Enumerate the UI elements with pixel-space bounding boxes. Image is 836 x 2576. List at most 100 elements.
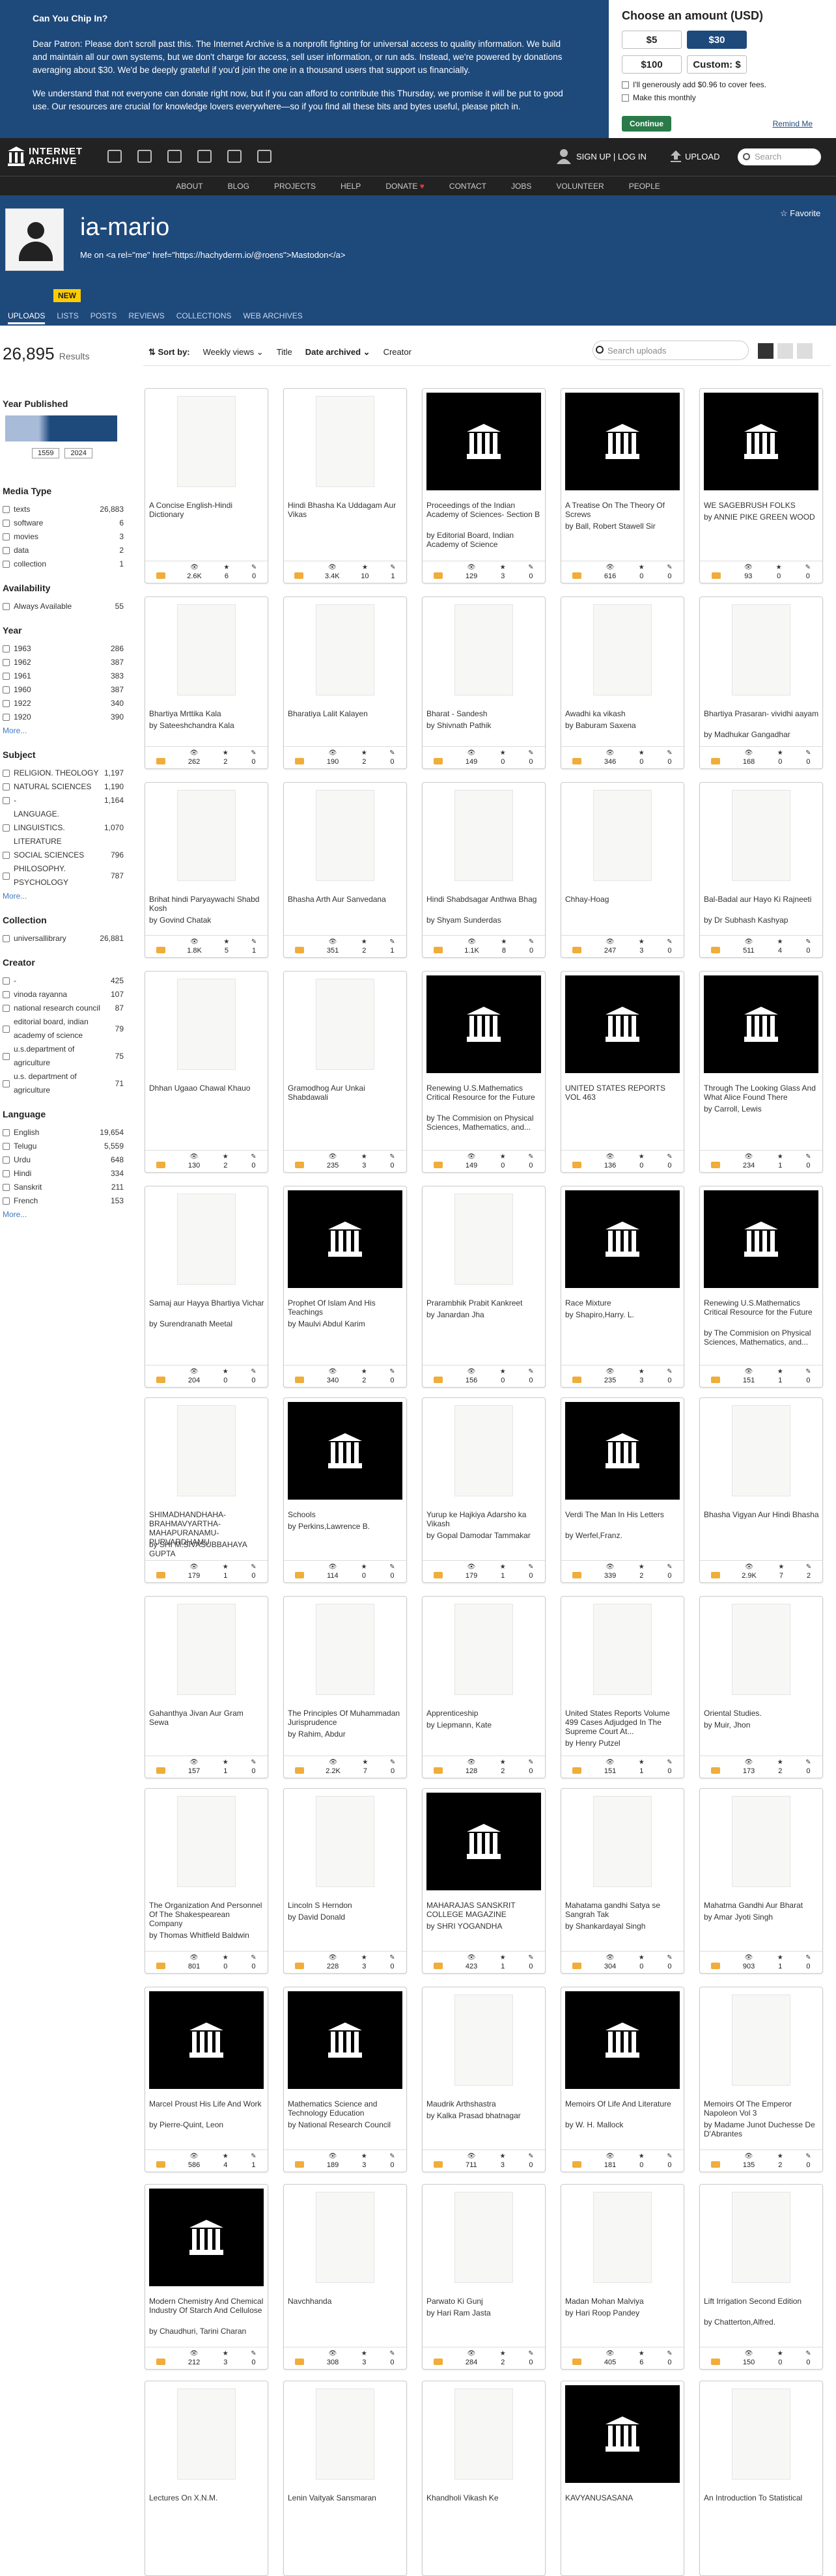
video-icon[interactable] [167, 150, 182, 163]
item-title[interactable]: Bharatiya Lalit Kalayen [288, 709, 404, 718]
fee-checkbox[interactable] [622, 81, 629, 89]
item-thumbnail[interactable] [426, 1601, 541, 1698]
favorite-button[interactable]: ☆ Favorite [780, 208, 820, 219]
nav-jobs[interactable]: JOBS [511, 182, 531, 191]
search-uploads-input[interactable]: Search uploads [592, 341, 749, 360]
item-thumbnail[interactable] [704, 1601, 818, 1698]
tab-posts[interactable]: POSTS [91, 311, 117, 324]
facet-row[interactable]: PHILOSOPHY. PSYCHOLOGY 787 [3, 862, 124, 889]
item-title[interactable]: Bhartiya Prasaran- vividhi aayam [704, 709, 820, 718]
item-title[interactable]: Schools [288, 1510, 404, 1519]
item-tile[interactable]: Chhay-Hoag 👁 247 ★ 3 ✎ 0 [561, 782, 684, 958]
item-thumbnail[interactable] [704, 2189, 818, 2286]
item-tile[interactable]: Verdi The Man In His Letters by Werfel,Fr… [561, 1397, 684, 1583]
item-thumbnail[interactable] [288, 787, 402, 884]
item-title[interactable]: Gahanthya Jivan Aur Gram Sewa [149, 1709, 265, 1727]
item-tile[interactable]: Gramodhog Aur Unkai Shabdawali 👁 235 ★ 3 ✎ 0 [283, 971, 407, 1173]
facet-checkbox[interactable] [3, 872, 10, 880]
item-title[interactable]: Hindi Shabdsagar Anthwa Bhag [426, 895, 542, 904]
web-icon[interactable] [107, 150, 122, 163]
item-title[interactable]: Renewing U.S.Mathematics Critical Resour… [426, 1084, 542, 1102]
item-tile[interactable]: Bhartiya Prasaran- vividhi aayam by Madhu… [699, 596, 823, 769]
facet-row[interactable]: 1961 383 [3, 669, 124, 683]
tab-lists[interactable]: LISTS [57, 311, 78, 324]
facet-row[interactable]: 1960 387 [3, 683, 124, 697]
facet-checkbox[interactable] [3, 1170, 10, 1177]
item-thumbnail[interactable] [288, 1601, 402, 1698]
item-tile[interactable]: Samaj aur Hayya Bhartiya Vichar by Surend… [145, 1186, 268, 1388]
item-title[interactable]: Chhay-Hoag [565, 895, 681, 904]
facet-checkbox[interactable] [3, 977, 10, 985]
item-title[interactable]: UNITED STATES REPORTS VOL 463 [565, 1084, 681, 1102]
item-tile[interactable]: Parwato Ki Gunj by Hari Ram Jasta 👁 284 ★ 2 ✎ 0 [422, 2184, 546, 2370]
item-thumbnail[interactable] [426, 2385, 541, 2483]
facet-checkbox[interactable] [3, 991, 10, 998]
item-tile[interactable]: Bhasha Arth Aur Sanvedana 👁 351 ★ 2 ✎ 1 [283, 782, 407, 958]
facet-row[interactable]: LANGUAGE. LINGUISTICS. LITERATURE 1,070 [3, 807, 124, 848]
item-title[interactable]: Madan Mohan Malviya [565, 2297, 681, 2306]
facet-row[interactable]: French 153 [3, 1194, 124, 1208]
item-tile[interactable]: Bal-Badal aur Hayo Ki Rajneeti by Dr Subh… [699, 782, 823, 958]
item-thumbnail[interactable] [565, 393, 680, 490]
facet-row[interactable]: 1963 286 [3, 642, 124, 656]
compact-view-icon[interactable] [797, 343, 813, 359]
item-thumbnail[interactable] [149, 1793, 264, 1890]
item-tile[interactable]: Yurup ke Hajkiya Adarsho ka Vikash by Gop… [422, 1397, 546, 1583]
item-thumbnail[interactable] [149, 1991, 264, 2089]
item-tile[interactable]: The Organization And Personnel Of The Sh… [145, 1788, 268, 1974]
item-thumbnail[interactable] [704, 601, 818, 699]
item-title[interactable]: The Organization And Personnel Of The Sh… [149, 1901, 265, 1928]
nav-help[interactable]: HELP [341, 182, 361, 191]
item-thumbnail[interactable] [288, 1793, 402, 1890]
year-from-input[interactable]: 1559 [32, 448, 60, 458]
facet-checkbox[interactable] [3, 700, 10, 707]
item-title[interactable]: Proceedings of the Indian Academy of Sci… [426, 501, 542, 519]
item-thumbnail[interactable] [704, 1190, 818, 1288]
facet-checkbox[interactable] [3, 1156, 10, 1164]
item-thumbnail[interactable] [149, 601, 264, 699]
sort-direction-icon[interactable]: ⇅ [148, 347, 158, 357]
item-thumbnail[interactable] [149, 393, 264, 490]
tab-web-archives[interactable]: WEB ARCHIVES [243, 311, 302, 324]
item-tile[interactable]: An Introduction To Statistical [699, 2381, 823, 2576]
item-tile[interactable]: Schools by Perkins,Lawrence B. 👁 114 ★ 0 ✎ 0 [283, 1397, 407, 1583]
facet-checkbox[interactable] [3, 935, 10, 942]
item-thumbnail[interactable] [704, 1991, 818, 2089]
list-view-icon[interactable] [777, 343, 793, 359]
item-tile[interactable]: Hindi Shabdsagar Anthwa Bhag by Shyam Sun… [422, 782, 546, 958]
item-title[interactable]: A Concise English-Hindi Dictionary [149, 501, 265, 519]
upload-link[interactable]: UPLOAD [685, 152, 719, 161]
item-tile[interactable]: Mahatma Gandhi Aur Bharat by Amar Jyoti S… [699, 1788, 823, 1974]
facet-checkbox[interactable] [3, 783, 10, 791]
facet-row[interactable]: software 6 [3, 516, 124, 530]
item-title[interactable]: Renewing U.S.Mathematics Critical Resour… [704, 1298, 820, 1317]
facet-row[interactable]: movies 3 [3, 530, 124, 544]
year-to-input[interactable]: 2024 [64, 448, 92, 458]
tab-reviews[interactable]: REVIEWS [128, 311, 164, 324]
item-title[interactable]: Brihat hindi Paryaywachi Shabd Kosh [149, 895, 265, 913]
item-title[interactable]: Bharat - Sandesh [426, 709, 542, 718]
item-thumbnail[interactable] [565, 1793, 680, 1890]
item-tile[interactable]: Modern Chemistry And Chemical Industry O… [145, 2184, 268, 2370]
facet-checkbox[interactable] [3, 673, 10, 680]
item-tile[interactable]: Proceedings of the Indian Academy of Sci… [422, 388, 546, 583]
nav-volunteer[interactable]: VOLUNTEER [556, 182, 604, 191]
images-icon[interactable] [257, 150, 272, 163]
nav-blog[interactable]: BLOG [228, 182, 249, 191]
item-title[interactable]: Mathematics Science and Technology Educa… [288, 2099, 404, 2118]
facet-row[interactable]: English 19,654 [3, 1126, 124, 1140]
item-title[interactable]: Marcel Proust His Life And Work [149, 2099, 265, 2108]
tab-uploads[interactable]: UPLOADS [8, 311, 46, 324]
facet-row[interactable]: data 2 [3, 544, 124, 557]
item-tile[interactable]: Apprenticeship by Liepmann, Kate 👁 128 ★ 2 ✎ 0 [422, 1596, 546, 1778]
amount-5-button[interactable]: $5 [622, 31, 682, 49]
item-title[interactable]: An Introduction To Statistical [704, 2493, 820, 2502]
item-title[interactable]: Mahatma Gandhi Aur Bharat [704, 1901, 820, 1910]
item-title[interactable]: Parwato Ki Gunj [426, 2297, 542, 2306]
nav-projects[interactable]: PROJECTS [274, 182, 316, 191]
remind-me-link[interactable]: Remind Me [773, 119, 813, 128]
item-title[interactable]: Memoirs Of Life And Literature [565, 2099, 681, 2108]
tab-collections[interactable]: COLLECTIONS [176, 311, 232, 324]
facet-checkbox[interactable] [3, 561, 10, 568]
item-title[interactable]: Through The Looking Glass And What Alice… [704, 1084, 820, 1102]
